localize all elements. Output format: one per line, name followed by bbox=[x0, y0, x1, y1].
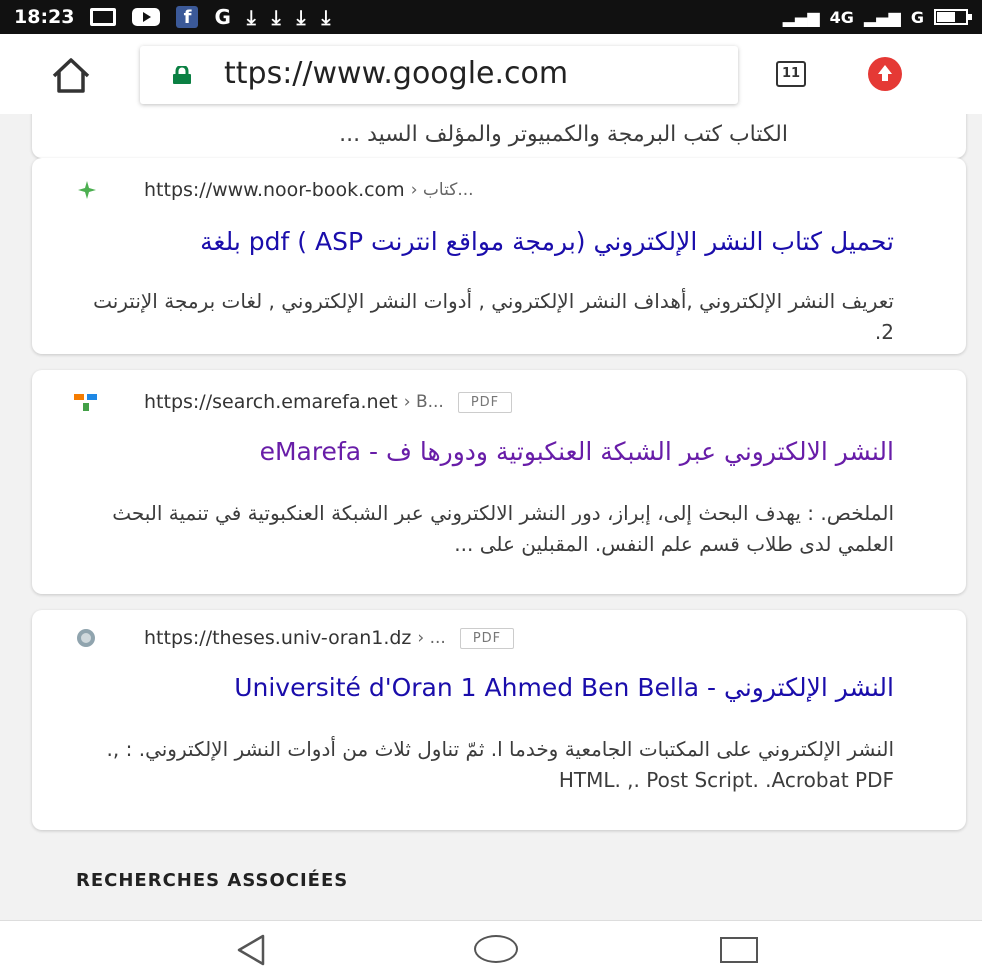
download-icon: ⤓ bbox=[296, 5, 306, 29]
result-title[interactable]: تحميل كتاب النشر الإلكتروني (برمجة مواقع… bbox=[74, 226, 894, 257]
result-snippet: الكتاب كتب البرمجة والكمبيوتر والمؤلف ال… bbox=[339, 122, 788, 147]
result-breadcrumb: › كتاب... bbox=[410, 180, 474, 200]
pdf-badge: PDF bbox=[457, 391, 513, 413]
result-breadcrumb: › B... bbox=[403, 392, 444, 412]
browser-toolbar: ttps://www.google.com 11 bbox=[0, 34, 982, 115]
facebook-notification-icon: f bbox=[176, 6, 199, 28]
url-field[interactable]: ttps://www.google.com bbox=[140, 46, 738, 104]
youtube-notification-icon bbox=[132, 8, 161, 26]
result-title[interactable]: النشر الإلكتروني - Université d'Oran 1 A… bbox=[74, 672, 894, 703]
network-type-label: G bbox=[910, 7, 924, 27]
back-icon[interactable] bbox=[235, 933, 267, 967]
result-snippet: الملخص. : يهدف البحث إلى، إبراز، دور الن… bbox=[112, 501, 894, 556]
download-icon: ⤓ bbox=[271, 5, 281, 29]
result-url: https://search.emarefa.net bbox=[144, 391, 398, 413]
search-results: الكتاب كتب البرمجة والكمبيوتر والمؤلف ال… bbox=[0, 114, 982, 920]
google-notification-icon: G bbox=[214, 5, 231, 29]
signal-icon: ▂▄▆ bbox=[863, 7, 901, 27]
status-bar: 18:23 f G ⤓ ⤓ ⤓ ⤓ ▂▄▆ 4G ▂▄▆ G bbox=[0, 0, 982, 34]
gallery-notification-icon bbox=[90, 8, 117, 26]
globe-icon bbox=[77, 629, 95, 647]
result-snippet: النشر الإلكتروني على المكتبات الجامعية و… bbox=[106, 737, 894, 792]
battery-icon bbox=[934, 9, 972, 25]
result-card[interactable]: https://search.emarefa.net › B... PDF ال… bbox=[32, 370, 966, 594]
result-snippet: تعريف النشر الإلكتروني ,أهداف النشر الإل… bbox=[93, 289, 894, 344]
result-title[interactable]: النشر الالكتروني عبر الشبكة العنكبوتية و… bbox=[74, 436, 894, 467]
related-searches-heading: RECHERCHES ASSOCIÉES bbox=[76, 870, 349, 891]
url-text: ttps://www.google.com bbox=[224, 56, 569, 91]
network-type-label: 4G bbox=[829, 7, 854, 27]
download-icon: ⤓ bbox=[246, 5, 256, 29]
result-source: https://www.noor-book.com › كتاب... bbox=[74, 179, 474, 201]
signal-icon: ▂▄▆ bbox=[782, 7, 820, 27]
result-url: https://theses.univ-oran1.dz bbox=[144, 627, 412, 649]
pdf-badge: PDF bbox=[459, 627, 515, 649]
home-button-icon[interactable] bbox=[474, 935, 518, 963]
result-url: https://www.noor-book.com bbox=[144, 179, 405, 201]
recents-icon[interactable] bbox=[720, 937, 758, 963]
lock-icon bbox=[173, 66, 191, 84]
download-icon: ⤓ bbox=[321, 5, 331, 29]
home-icon[interactable] bbox=[50, 56, 92, 94]
result-source: https://search.emarefa.net › B... PDF bbox=[74, 391, 513, 413]
update-icon[interactable] bbox=[868, 57, 902, 91]
system-navigation-bar bbox=[0, 920, 982, 980]
result-card-partial[interactable]: الكتاب كتب البرمجة والكمبيوتر والمؤلف ال… bbox=[32, 114, 966, 158]
result-source: https://theses.univ-oran1.dz › ... PDF bbox=[74, 627, 515, 649]
emarefa-favicon-icon bbox=[74, 394, 97, 411]
tab-switcher-icon[interactable]: 11 bbox=[776, 61, 806, 87]
result-breadcrumb: › ... bbox=[417, 628, 446, 648]
status-time: 18:23 bbox=[14, 6, 75, 28]
result-card[interactable]: https://www.noor-book.com › كتاب... تحمي… bbox=[32, 158, 966, 354]
noor-book-favicon-icon bbox=[78, 181, 96, 199]
result-card[interactable]: https://theses.univ-oran1.dz › ... PDF ا… bbox=[32, 610, 966, 830]
